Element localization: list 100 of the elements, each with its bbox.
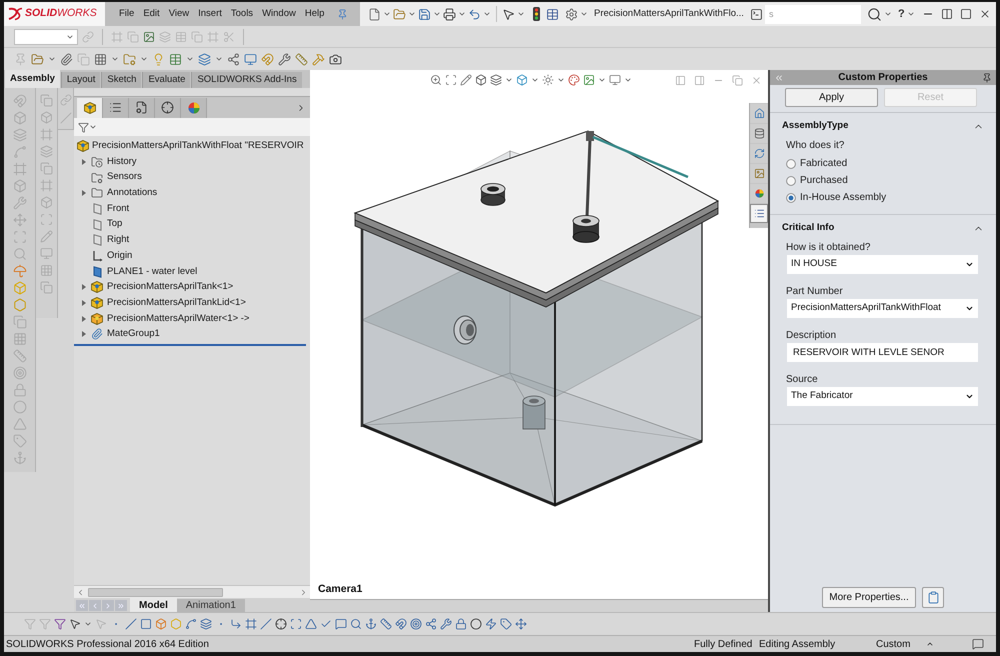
caret-icon[interactable] <box>111 55 119 63</box>
caret-icon[interactable] <box>458 10 466 18</box>
layers-icon[interactable] <box>198 52 211 66</box>
traffic-light-icon[interactable] <box>533 7 540 21</box>
task-pane-tab[interactable] <box>750 204 768 223</box>
menu-item[interactable]: Window <box>262 6 296 22</box>
speech-bubble-icon[interactable] <box>972 638 984 650</box>
help-button[interactable]: ? <box>898 6 905 22</box>
menu-item[interactable]: Insert <box>198 6 222 22</box>
panel-tab[interactable] <box>155 98 181 118</box>
pointer-icon[interactable] <box>69 618 81 630</box>
task-pane-tab[interactable] <box>750 184 768 203</box>
caret-icon[interactable] <box>186 55 194 63</box>
pencil-icon[interactable] <box>460 74 472 86</box>
pin-icon[interactable] <box>982 72 992 82</box>
caret-icon[interactable] <box>84 620 92 628</box>
tree-item[interactable]: Front <box>74 201 130 217</box>
close-icon[interactable] <box>979 8 991 20</box>
undo-icon[interactable] <box>468 8 481 20</box>
cube-icon[interactable] <box>475 74 487 86</box>
chevron-right-icon[interactable] <box>299 588 308 596</box>
radio-label[interactable]: Fabricated <box>800 156 848 171</box>
caret-icon[interactable] <box>433 10 441 18</box>
magnet-icon[interactable] <box>395 618 407 630</box>
square-icon[interactable] <box>140 618 152 630</box>
columns-icon[interactable] <box>941 8 953 20</box>
dropdown[interactable]: PrecisionMattersAprilTankWithFloat <box>787 299 978 318</box>
frame-icon[interactable] <box>245 618 257 630</box>
chevron-left-icon[interactable] <box>76 588 85 596</box>
caret-icon[interactable] <box>89 123 97 131</box>
panel-tab[interactable] <box>103 98 129 118</box>
caret-icon[interactable] <box>505 76 513 84</box>
tree-item[interactable]: Annotations <box>74 185 158 202</box>
line-icon[interactable] <box>125 618 137 630</box>
radio-label[interactable]: In-House Assembly <box>800 190 886 205</box>
command-tab[interactable]: Sketch <box>101 72 142 88</box>
caret-icon[interactable] <box>48 55 56 63</box>
menu-item[interactable]: View <box>168 6 190 22</box>
tag-icon[interactable] <box>500 618 512 630</box>
model-tab[interactable]: Animation1 <box>176 599 245 612</box>
picture-icon[interactable] <box>583 74 595 86</box>
caret-icon[interactable] <box>408 10 416 18</box>
caret-icon[interactable] <box>531 76 539 84</box>
filter-icon[interactable] <box>78 122 89 132</box>
cube-icon[interactable] <box>516 74 528 86</box>
panel-tab[interactable] <box>129 98 155 118</box>
menu-item[interactable]: File <box>119 6 134 22</box>
caret-icon[interactable] <box>884 10 892 18</box>
line-icon[interactable] <box>260 618 272 630</box>
monitor-icon[interactable] <box>609 74 621 86</box>
command-tab[interactable]: Layout <box>60 72 100 88</box>
document-icon[interactable] <box>368 8 381 20</box>
properties-tool-button[interactable] <box>922 587 944 608</box>
corner-arrow-icon[interactable] <box>230 618 242 630</box>
search-icon[interactable] <box>350 618 362 630</box>
triangle-icon[interactable] <box>305 618 317 630</box>
settings-icon[interactable] <box>565 8 578 20</box>
expand-arrow-icon[interactable] <box>82 300 86 306</box>
dropdown[interactable]: The Fabricator <box>787 387 978 406</box>
lightning-icon[interactable] <box>485 618 497 630</box>
expand-arrow-icon[interactable] <box>82 316 86 322</box>
hammer-icon[interactable] <box>312 52 325 66</box>
caret-icon[interactable] <box>140 55 148 63</box>
share-icon[interactable] <box>227 52 240 66</box>
ruler-icon[interactable] <box>295 52 308 66</box>
circle-icon[interactable] <box>470 618 482 630</box>
double-chevron-left-icon[interactable] <box>774 72 784 82</box>
anchor-icon[interactable] <box>365 618 377 630</box>
rollback-bar[interactable] <box>74 344 306 346</box>
picture-icon[interactable] <box>143 30 155 42</box>
combo-field[interactable] <box>14 28 78 44</box>
command-tab[interactable]: SOLIDWORKS Add-Ins <box>191 72 302 88</box>
caret-icon[interactable] <box>66 32 74 40</box>
command-tab[interactable]: Evaluate <box>142 72 190 88</box>
printer-icon[interactable] <box>443 8 456 20</box>
task-pane-tab[interactable] <box>750 144 768 163</box>
menu-item[interactable]: Tools <box>230 6 254 22</box>
caret-icon[interactable] <box>383 10 391 18</box>
tree-item[interactable]: History <box>74 154 137 170</box>
caret-icon[interactable] <box>624 76 632 84</box>
restore-icon[interactable] <box>732 74 743 86</box>
command-search-field[interactable]: s <box>764 4 861 24</box>
tree-item[interactable]: Sensors <box>74 170 142 186</box>
caret-icon[interactable] <box>926 640 934 648</box>
expand-arrow-icon[interactable] <box>82 158 86 165</box>
panel-button[interactable]: Apply <box>785 88 878 107</box>
monitor-icon[interactable] <box>244 52 257 66</box>
tree-item[interactable]: PrecisionMattersAprilTankLid<1> <box>74 295 246 311</box>
target-icon[interactable] <box>410 618 422 630</box>
magnet-icon[interactable] <box>261 52 274 66</box>
paperclip-icon[interactable] <box>60 52 73 66</box>
folder-icon[interactable] <box>393 8 406 20</box>
radio-button[interactable] <box>786 158 796 168</box>
radio-label[interactable]: Purchased <box>800 173 848 188</box>
panel-left-icon[interactable] <box>675 74 686 86</box>
move-icon[interactable] <box>515 618 527 630</box>
search-icon[interactable] <box>866 6 882 22</box>
layers-icon[interactable] <box>200 618 212 630</box>
caret-icon[interactable] <box>483 10 491 18</box>
panel-tab[interactable] <box>77 98 103 118</box>
